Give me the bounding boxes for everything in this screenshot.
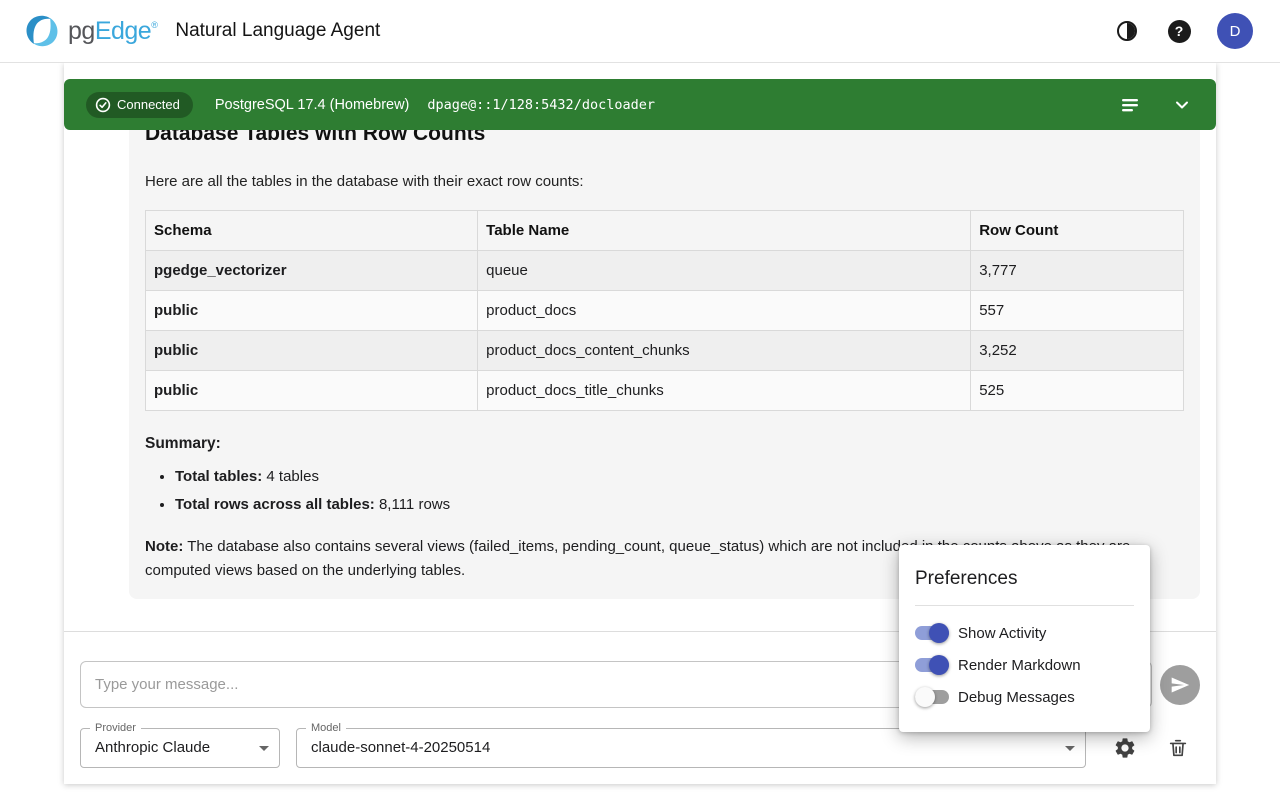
check-circle-icon <box>95 97 111 113</box>
table-cell: public <box>146 331 478 371</box>
connection-status-label: Connected <box>117 97 180 112</box>
message-heading: Database Tables with Row Counts <box>145 130 1184 147</box>
table-cell: 3,777 <box>971 251 1184 291</box>
user-avatar[interactable]: D <box>1217 13 1253 49</box>
composer-icons <box>1111 734 1192 762</box>
trash-icon[interactable] <box>1164 734 1192 762</box>
show-activity-toggle[interactable] <box>915 626 949 640</box>
pgedge-brand: pgEdge® <box>22 11 157 51</box>
divider <box>915 605 1134 606</box>
model-select-value: claude-sonnet-4-20250514 <box>297 729 1085 767</box>
help-icon[interactable]: ? <box>1165 17 1193 45</box>
model-select-label: Model <box>306 722 346 734</box>
summary-item: Total tables: 4 tables <box>175 463 1184 491</box>
model-controls-row: Provider Anthropic Claude Model claude-s… <box>80 728 1192 768</box>
connection-actions <box>1118 93 1194 117</box>
preference-label: Render Markdown <box>958 657 1081 674</box>
note-label: Note: <box>145 538 183 555</box>
table-cell: product_docs_title_chunks <box>478 371 971 411</box>
table-row: public product_docs_title_chunks 525 <box>146 371 1184 411</box>
table-cell: public <box>146 371 478 411</box>
debug-messages-toggle[interactable] <box>915 690 949 704</box>
dropdown-caret-icon <box>1065 746 1075 751</box>
chevron-down-icon[interactable] <box>1170 93 1194 117</box>
toggle-knob <box>915 687 935 707</box>
send-button[interactable] <box>1160 665 1200 705</box>
toggle-knob <box>929 623 949 643</box>
preference-row: Debug Messages <box>915 681 1134 713</box>
column-header: Row Count <box>971 211 1184 251</box>
pgedge-logo-icon <box>22 11 62 51</box>
provider-select-value: Anthropic Claude <box>81 729 279 767</box>
preferences-popup: Preferences Show Activity Render Markdow… <box>899 545 1150 732</box>
table-cell: product_docs <box>478 291 971 331</box>
preference-row: Show Activity <box>915 617 1134 649</box>
settings-gear-icon[interactable] <box>1111 734 1139 762</box>
message-intro: Here are all the tables in the database … <box>145 173 1184 190</box>
table-row: public product_docs_content_chunks 3,252 <box>146 331 1184 371</box>
preference-label: Show Activity <box>958 625 1046 642</box>
row-counts-table: Schema Table Name Row Count pgedge_vecto… <box>145 210 1184 411</box>
table-cell: 525 <box>971 371 1184 411</box>
table-row: pgedge_vectorizer queue 3,777 <box>146 251 1184 291</box>
connection-list-icon[interactable] <box>1118 93 1142 117</box>
summary-item-label: Total rows across all tables: <box>175 496 375 513</box>
preference-label: Debug Messages <box>958 689 1075 706</box>
summary-item-label: Total tables: <box>175 468 262 485</box>
connection-dsn: dpage@::1/128:5432/docloader <box>427 97 655 113</box>
model-select[interactable]: Model claude-sonnet-4-20250514 <box>296 728 1086 768</box>
column-header: Schema <box>146 211 478 251</box>
table-cell: product_docs_content_chunks <box>478 331 971 371</box>
assistant-message-bubble: Database Tables with Row Counts Here are… <box>129 130 1200 599</box>
server-version-label: PostgreSQL 17.4 (Homebrew) <box>215 97 410 113</box>
page-title: Natural Language Agent <box>175 20 380 42</box>
table-row: public product_docs 557 <box>146 291 1184 331</box>
table-cell: pgedge_vectorizer <box>146 251 478 291</box>
summary-item-value: 4 tables <box>266 468 319 485</box>
column-header: Table Name <box>478 211 971 251</box>
topbar-actions: ? D <box>1113 13 1253 49</box>
preference-row: Render Markdown <box>915 649 1134 681</box>
dropdown-caret-icon <box>259 746 269 751</box>
table-header-row: Schema Table Name Row Count <box>146 211 1184 251</box>
table-cell: public <box>146 291 478 331</box>
theme-toggle-icon[interactable] <box>1113 17 1141 45</box>
table-cell: 3,252 <box>971 331 1184 371</box>
connected-badge: Connected <box>86 92 193 118</box>
summary-item: Total rows across all tables: 8,111 rows <box>175 491 1184 519</box>
summary-item-value: 8,111 rows <box>379 496 450 513</box>
send-icon <box>1170 675 1190 695</box>
table-cell: 557 <box>971 291 1184 331</box>
provider-select[interactable]: Provider Anthropic Claude <box>80 728 280 768</box>
summary-heading: Summary: <box>145 435 1184 453</box>
summary-list: Total tables: 4 tables Total rows across… <box>175 463 1184 519</box>
pgedge-wordmark: pgEdge® <box>68 17 157 46</box>
top-bar: pgEdge® Natural Language Agent ? D <box>0 0 1280 63</box>
render-markdown-toggle[interactable] <box>915 658 949 672</box>
connection-status-bar: Connected PostgreSQL 17.4 (Homebrew) dpa… <box>64 79 1216 130</box>
toggle-knob <box>929 655 949 675</box>
preferences-title: Preferences <box>915 568 1134 590</box>
table-cell: queue <box>478 251 971 291</box>
provider-select-label: Provider <box>90 722 141 734</box>
